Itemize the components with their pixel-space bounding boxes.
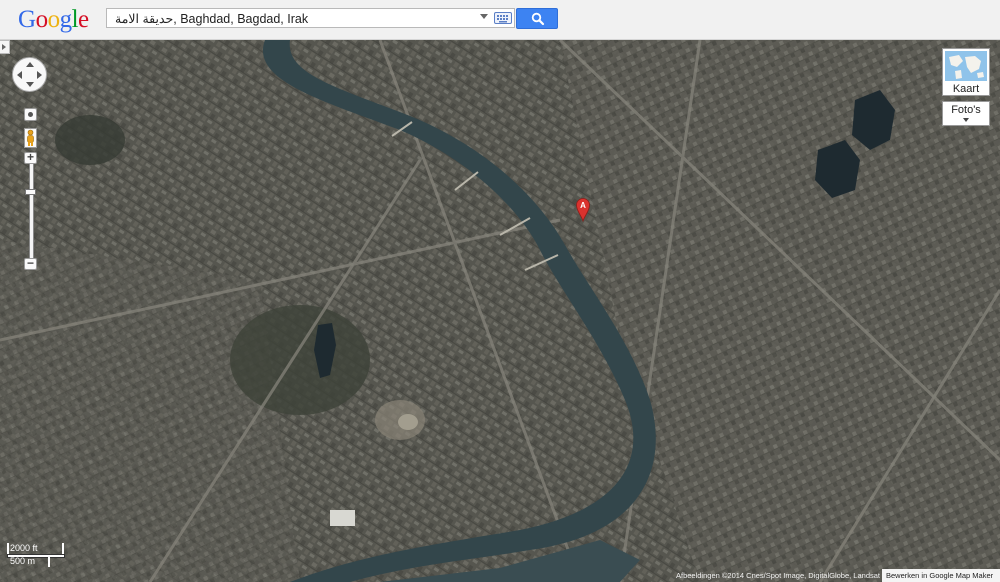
logo-letter: o — [35, 6, 49, 33]
scale-imperial-label: 2000 ft — [10, 543, 38, 553]
logo-letter: g — [59, 6, 73, 33]
satellite-imagery — [0, 40, 1000, 582]
zoom-out-button[interactable]: − — [24, 256, 37, 270]
pan-left-icon[interactable] — [17, 71, 22, 79]
chevron-down-icon — [963, 118, 969, 122]
satellite-map[interactable] — [0, 40, 1000, 582]
map-thumbnail — [945, 51, 987, 81]
pan-up-icon[interactable] — [26, 62, 34, 67]
scale-bar: 2000 ft 500 m — [4, 543, 65, 573]
zoom-in-button[interactable]: + — [24, 150, 37, 164]
panel-toggle-button[interactable] — [0, 40, 10, 54]
logo-letter: e — [78, 6, 89, 33]
pan-control[interactable] — [12, 57, 47, 92]
logo-letter: o — [47, 6, 61, 33]
search-icon — [531, 12, 545, 26]
pan-down-icon[interactable] — [26, 82, 34, 87]
scale-metric-label: 500 m — [10, 556, 36, 566]
pan-right-icon[interactable] — [37, 71, 42, 79]
search-history-dropdown-icon[interactable] — [480, 14, 488, 19]
plus-icon: + — [26, 150, 34, 164]
zoom-slider-track[interactable] — [29, 164, 34, 258]
street-view-pegman-icon[interactable] — [24, 128, 37, 148]
search-box[interactable] — [106, 8, 515, 28]
fotos-label: Foto's — [951, 104, 981, 116]
search-input[interactable] — [107, 9, 475, 27]
marker-label: A — [580, 201, 586, 210]
fotos-dropdown-button[interactable]: Foto's — [942, 101, 990, 126]
map-type-kaart-label: Kaart — [952, 83, 980, 95]
map-type-kaart-button[interactable]: Kaart — [942, 48, 990, 96]
top-bar: Google — [0, 0, 1000, 40]
zoom-slider-handle[interactable] — [25, 189, 36, 195]
google-logo[interactable]: Google — [18, 6, 89, 34]
map-maker-edit-link[interactable]: Bewerken in Google Map Maker — [882, 569, 1000, 582]
imagery-attribution: Afbeeldingen ©2014 Cnes/Spot Image, Digi… — [676, 571, 880, 580]
my-location-button[interactable] — [24, 108, 37, 121]
search-button[interactable] — [516, 8, 558, 29]
location-marker-a[interactable]: A — [576, 198, 590, 223]
logo-letter: G — [18, 6, 36, 33]
keyboard-icon[interactable] — [494, 11, 513, 25]
minus-icon: − — [26, 256, 34, 270]
